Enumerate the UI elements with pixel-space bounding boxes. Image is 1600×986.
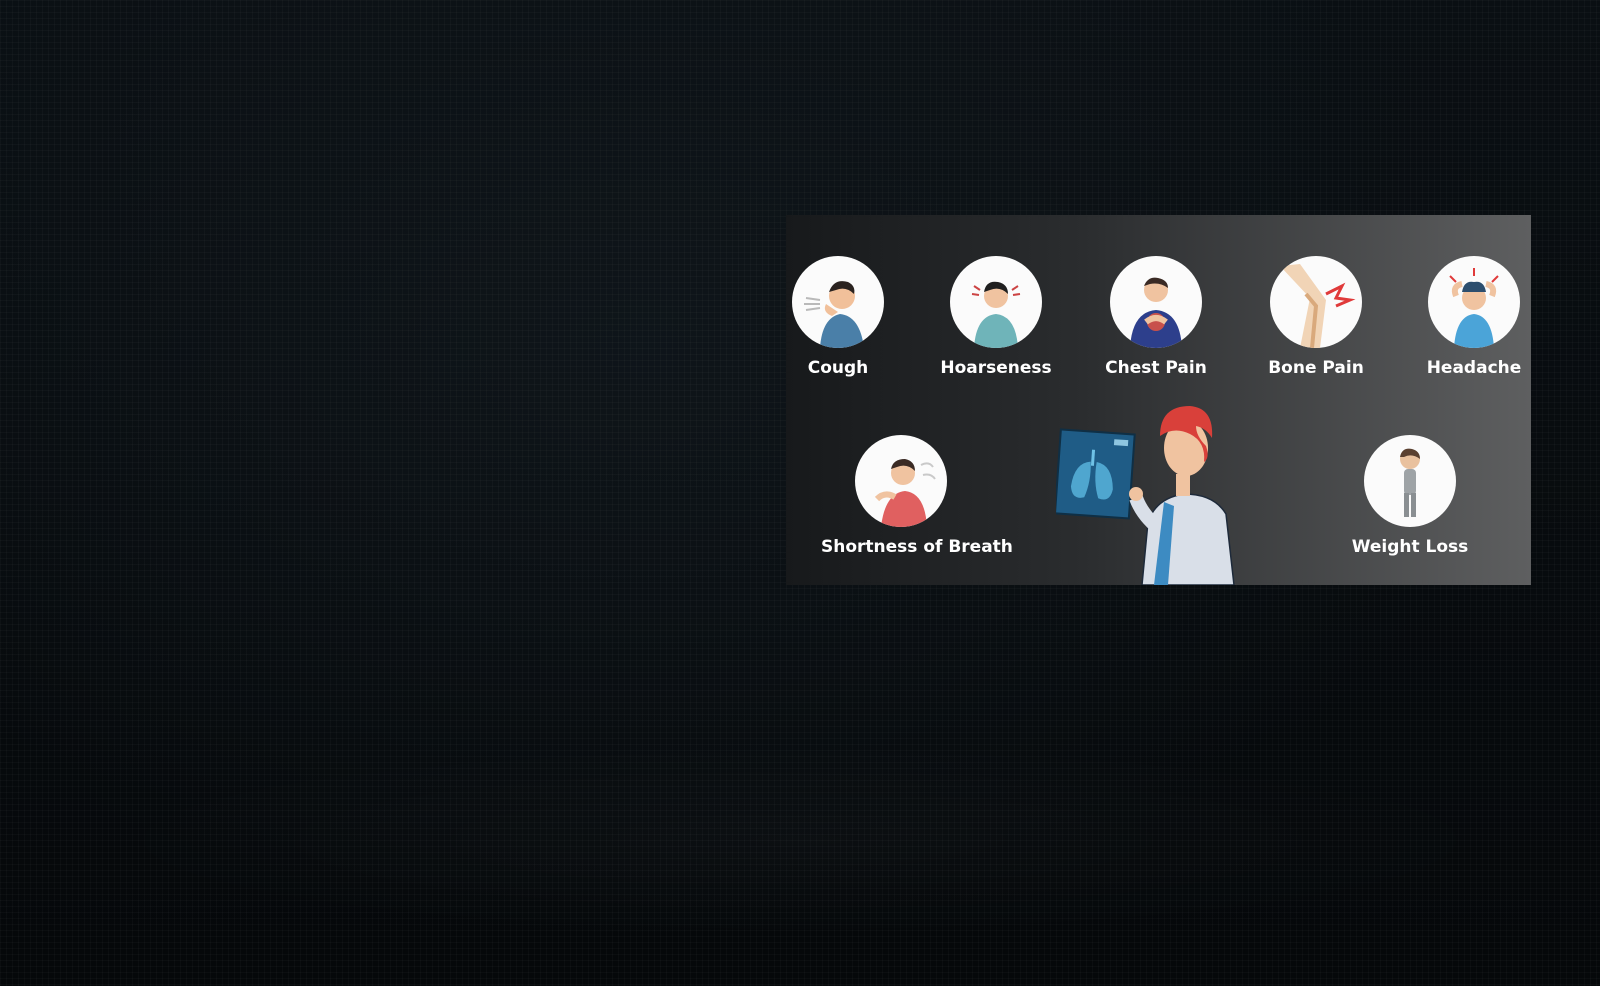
symptom-bone-pain: Bone Pain (1246, 256, 1386, 378)
headache-person-icon (1428, 256, 1520, 348)
video-background: Cough Hoarseness Chest Pain Bone Pain He… (0, 0, 1600, 986)
coughing-person-icon (792, 256, 884, 348)
symptom-label: Cough (807, 358, 869, 378)
doctor-illustration (1056, 402, 1256, 585)
symptom-shortness-of-breath: Shortness of Breath (821, 435, 1013, 557)
symptom-label: Hoarseness (940, 358, 1052, 378)
symptom-label: Shortness of Breath (821, 537, 1013, 557)
faded-background-area (60, 740, 1540, 940)
doctor-xray-lungs-icon (1056, 406, 1235, 585)
symptom-label: Chest Pain (1105, 358, 1207, 378)
symptom-label: Weight Loss (1351, 537, 1469, 557)
breathless-person-icon (855, 435, 947, 527)
symptom-chest-pain: Chest Pain (1086, 256, 1226, 378)
hoarse-person-icon (950, 256, 1042, 348)
symptoms-infographic: Cough Hoarseness Chest Pain Bone Pain He… (786, 215, 1531, 585)
symptom-hoarseness: Hoarseness (926, 256, 1066, 378)
knee-bone-icon (1270, 256, 1362, 348)
thin-person-icon (1364, 435, 1456, 527)
chest-pain-person-icon (1110, 256, 1202, 348)
symptom-headache: Headache (1404, 256, 1531, 378)
symptom-label: Bone Pain (1268, 358, 1364, 378)
symptom-weight-loss: Weight Loss (1340, 435, 1480, 557)
symptom-label: Headache (1426, 358, 1522, 378)
symptom-cough: Cough (786, 256, 908, 378)
